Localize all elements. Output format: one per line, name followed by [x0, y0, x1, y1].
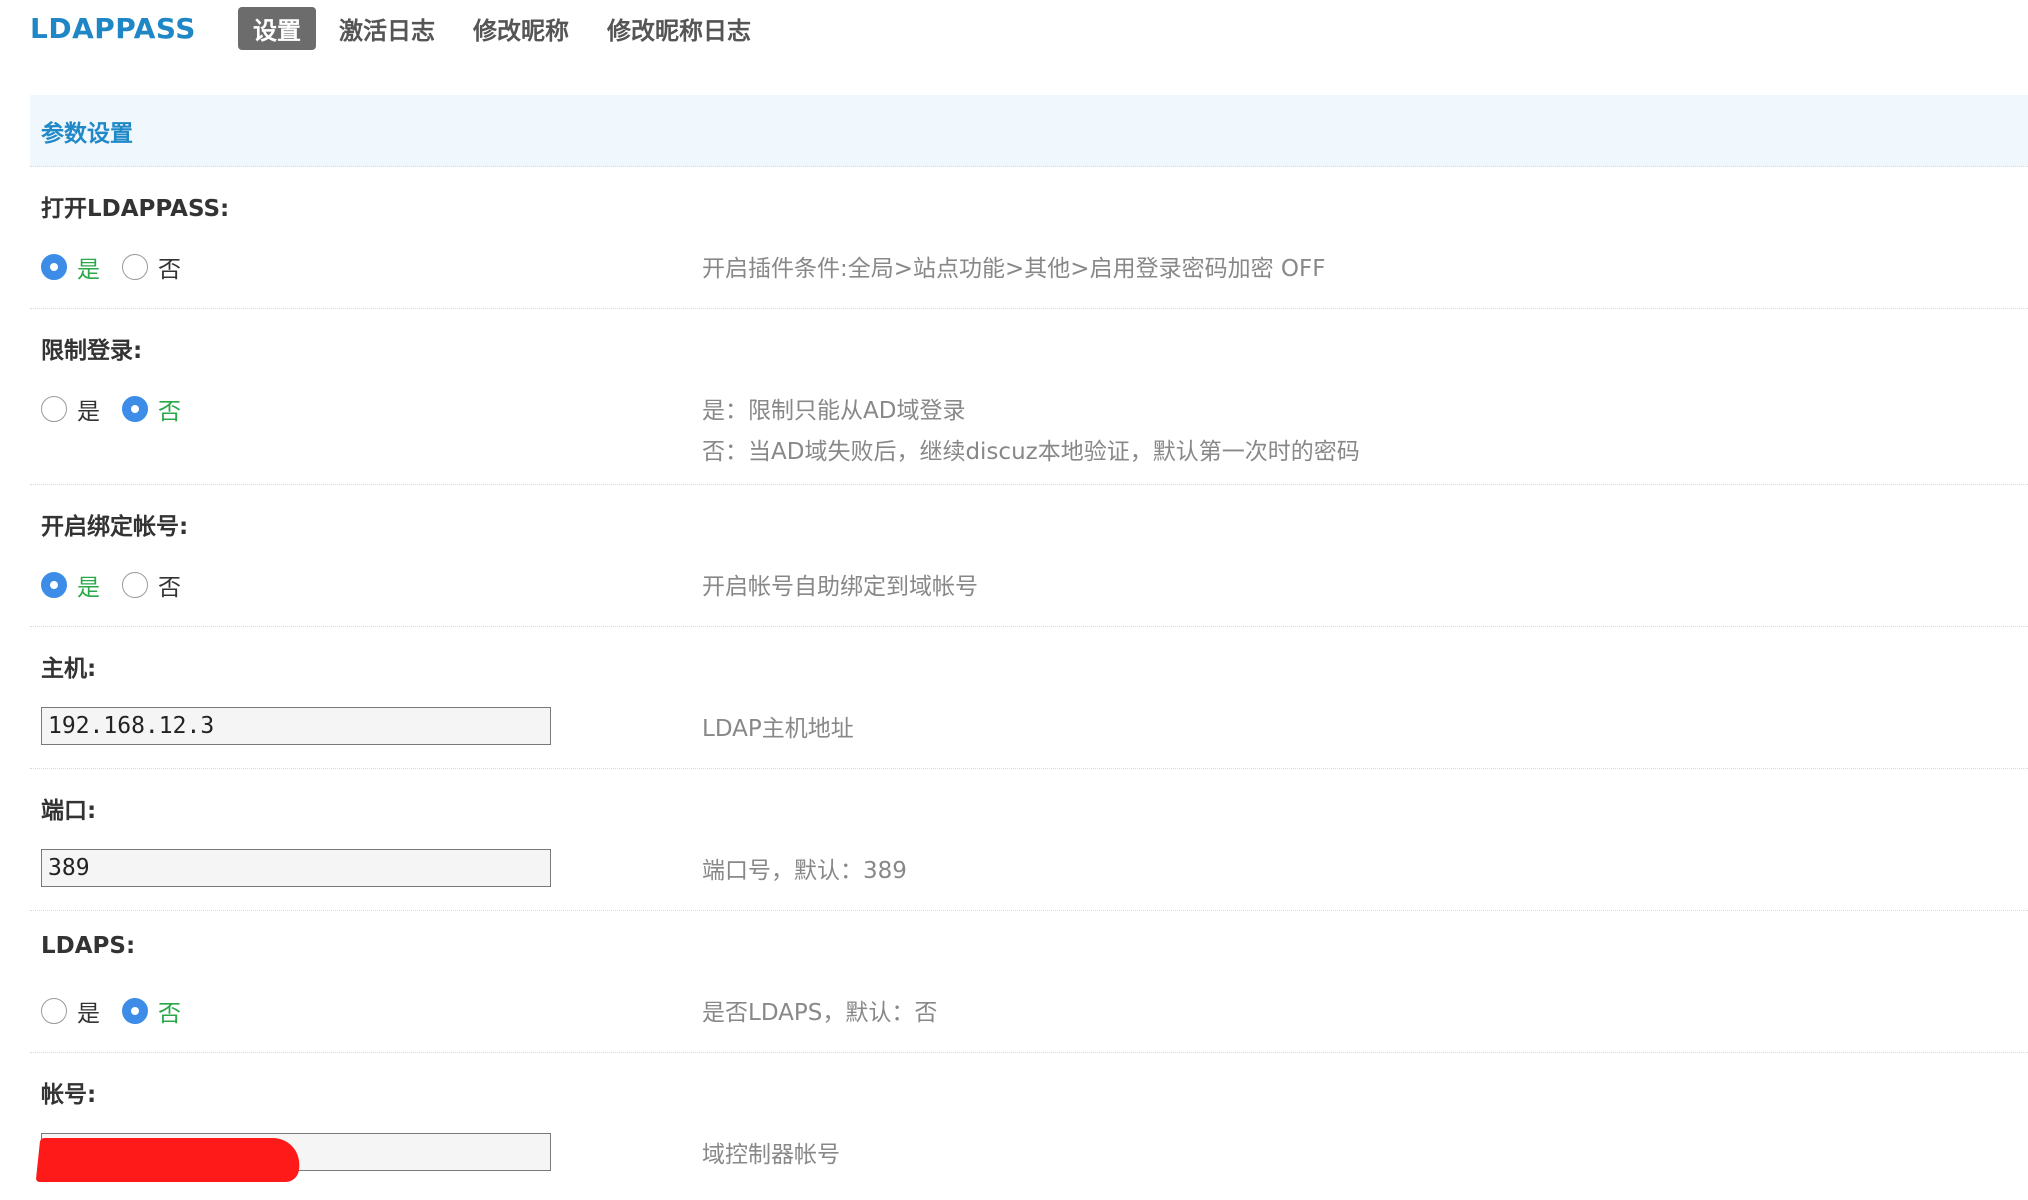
radio-checked-icon[interactable]	[41, 572, 67, 598]
setting-row-port: 端口: 端口号，默认：389	[30, 769, 2028, 911]
nav-tab-edit-nickname[interactable]: 修改昵称	[458, 7, 584, 50]
plugin-settings-page: LDAPPASS 设置 激活日志 修改昵称 修改昵称日志 参数设置 打开LDAP…	[0, 0, 2028, 1200]
radio-label-no: 否	[158, 399, 181, 425]
radio-ldaps-yes[interactable]: 是	[41, 994, 100, 1028]
hint-text: 域控制器帐号	[702, 1142, 840, 1168]
setting-hint-host: LDAP主机地址	[702, 709, 854, 750]
radio-enable-no[interactable]: 否	[122, 250, 181, 284]
radio-checked-icon[interactable]	[122, 396, 148, 422]
radio-group-restrict: 是 否	[41, 389, 203, 429]
setting-hint-port: 端口号，默认：389	[702, 851, 907, 892]
top-nav: LDAPPASS 设置 激活日志 修改昵称 修改昵称日志	[30, 6, 774, 50]
setting-label-host: 主机:	[41, 656, 97, 682]
hint-text-no: 否：当AD域失败后，继续discuz本地验证，默认第一次时的密码	[702, 439, 1360, 465]
hint-text: 是否LDAPS，默认：否	[702, 1000, 938, 1026]
setting-row-host: 主机: LDAP主机地址	[30, 627, 2028, 769]
radio-label-yes: 是	[77, 257, 100, 283]
radio-label-yes: 是	[77, 575, 100, 601]
setting-label-ldaps: LDAPS:	[41, 933, 136, 959]
setting-label-port: 端口:	[41, 798, 97, 824]
radio-group-ldaps: 是 否	[41, 991, 203, 1031]
setting-hint-ldaps: 是否LDAPS，默认：否	[702, 993, 937, 1034]
nav-tab-settings[interactable]: 设置	[237, 6, 316, 50]
redaction-mark	[35, 1138, 303, 1182]
setting-label-restrict: 限制登录:	[41, 338, 143, 364]
radio-unchecked-icon[interactable]	[41, 396, 67, 422]
radio-group-bind: 是 否	[41, 565, 203, 605]
radio-ldaps-no[interactable]: 否	[122, 994, 181, 1028]
radio-enable-yes[interactable]: 是	[41, 250, 100, 284]
setting-row-enable: 打开LDAPPASS: 是 否 开启插件条件:全局>站点功能>其他>启用登录密码…	[30, 167, 2028, 309]
radio-label-yes: 是	[77, 399, 100, 425]
radio-checked-icon[interactable]	[41, 254, 67, 280]
hint-text: 开启帐号自助绑定到域帐号	[702, 574, 978, 600]
radio-unchecked-icon[interactable]	[122, 254, 148, 280]
setting-hint-account: 域控制器帐号	[702, 1135, 840, 1176]
setting-label-account: 帐号:	[41, 1082, 97, 1108]
radio-restrict-yes[interactable]: 是	[41, 392, 100, 426]
radio-unchecked-icon[interactable]	[41, 998, 67, 1024]
radio-label-no: 否	[158, 257, 181, 283]
section-title: 参数设置	[41, 120, 133, 147]
hint-text: 开启插件条件:全局>站点功能>其他>启用登录密码加密 OFF	[702, 256, 1326, 282]
setting-hint-enable: 开启插件条件:全局>站点功能>其他>启用登录密码加密 OFF	[702, 249, 1325, 290]
radio-label-no: 否	[158, 1001, 181, 1027]
radio-unchecked-icon[interactable]	[122, 572, 148, 598]
setting-hint-restrict: 是：限制只能从AD域登录 否：当AD域失败后，继续discuz本地验证，默认第一…	[702, 391, 1360, 473]
radio-label-no: 否	[158, 575, 181, 601]
setting-row-ldaps: LDAPS: 是 否 是否LDAPS，默认：否	[30, 911, 2028, 1053]
hint-text-yes: 是：限制只能从AD域登录	[702, 398, 966, 424]
nav-tab-nickname-log[interactable]: 修改昵称日志	[592, 7, 766, 50]
port-input[interactable]	[41, 849, 551, 887]
setting-label-bind: 开启绑定帐号:	[41, 514, 189, 540]
radio-bind-no[interactable]: 否	[122, 568, 181, 602]
nav-tab-activation-log[interactable]: 激活日志	[324, 7, 450, 50]
hint-text: LDAP主机地址	[702, 716, 854, 742]
brand-logo: LDAPPASS	[30, 11, 196, 45]
radio-checked-icon[interactable]	[122, 998, 148, 1024]
hint-text: 端口号，默认：389	[702, 858, 907, 884]
radio-label-yes: 是	[77, 1001, 100, 1027]
section-header: 参数设置	[30, 95, 2028, 167]
host-input[interactable]	[41, 707, 551, 745]
setting-label-enable: 打开LDAPPASS:	[41, 196, 230, 222]
radio-group-enable: 是 否	[41, 247, 203, 287]
setting-hint-bind: 开启帐号自助绑定到域帐号	[702, 567, 978, 608]
radio-restrict-no[interactable]: 否	[122, 392, 181, 426]
setting-row-restrict: 限制登录: 是 否 是：限制只能从AD域登录 否：当AD域失败后，继续discu…	[30, 309, 2028, 485]
radio-bind-yes[interactable]: 是	[41, 568, 100, 602]
setting-row-account: 帐号: 域控制器帐号	[30, 1053, 2028, 1200]
setting-row-bind: 开启绑定帐号: 是 否 开启帐号自助绑定到域帐号	[30, 485, 2028, 627]
